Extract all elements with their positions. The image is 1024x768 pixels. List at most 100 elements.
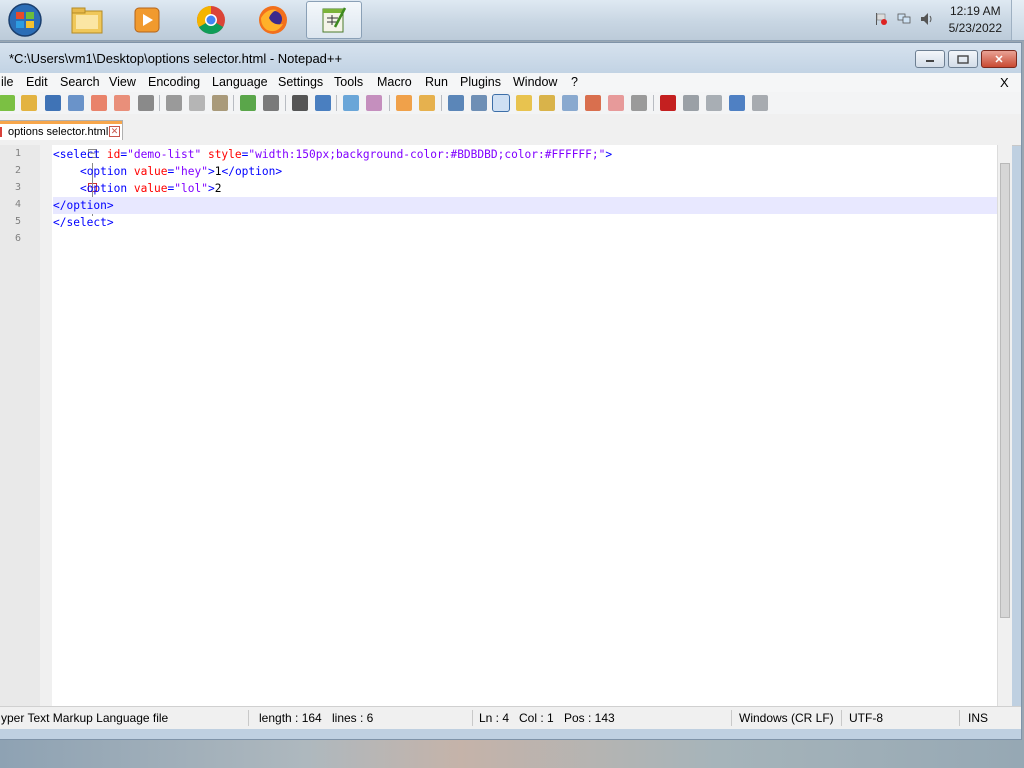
save-icon[interactable] xyxy=(45,95,61,111)
file-explorer-taskbar-button[interactable] xyxy=(59,1,115,39)
line-number: 3 xyxy=(14,182,21,193)
firefox-icon xyxy=(259,6,287,34)
current-line-highlight xyxy=(53,197,997,214)
paste-icon[interactable] xyxy=(212,95,228,111)
eye-icon[interactable] xyxy=(631,95,647,111)
windows-start-button[interactable] xyxy=(6,2,44,38)
zoom-out-icon[interactable] xyxy=(366,95,382,111)
macro-save-icon[interactable] xyxy=(752,95,768,111)
status-separator xyxy=(841,710,842,726)
find-icon[interactable] xyxy=(292,95,308,111)
volume-icon[interactable] xyxy=(920,12,934,26)
window-title: *C:\Users\vm1\Desktop\options selector.h… xyxy=(9,51,343,66)
code-line[interactable]: </option> xyxy=(53,197,114,214)
menu-tools[interactable]: Tools xyxy=(334,75,363,89)
document-tab[interactable]: options selector.html ✕ xyxy=(0,120,123,140)
print-icon[interactable] xyxy=(138,95,154,111)
replace-icon[interactable] xyxy=(315,95,331,111)
menu-macro[interactable]: Macro xyxy=(377,75,412,89)
menu-window[interactable]: Window xyxy=(513,75,557,89)
desktop-background xyxy=(0,740,1024,768)
network-icon[interactable] xyxy=(897,12,911,26)
menu-language[interactable]: Language xyxy=(212,75,268,89)
restore-icon xyxy=(957,55,969,64)
show-all-characters-icon[interactable] xyxy=(471,95,487,111)
redo-icon[interactable] xyxy=(263,95,279,111)
zoom-in-icon[interactable] xyxy=(343,95,359,111)
folder-as-workspace-icon[interactable] xyxy=(585,95,601,111)
media-player-taskbar-button[interactable] xyxy=(119,1,175,39)
monitoring-icon[interactable] xyxy=(608,95,624,111)
restore-button[interactable] xyxy=(948,50,978,68)
cursor-line: Ln : 4 xyxy=(479,711,510,725)
menu-help[interactable]: ? xyxy=(571,75,578,89)
line-count: lines : 6 xyxy=(332,711,374,725)
cursor-column: Col : 1 xyxy=(519,711,554,725)
word-wrap-icon[interactable] xyxy=(448,95,464,111)
menu-run[interactable]: Run xyxy=(425,75,448,89)
action-center-flag-icon[interactable] xyxy=(874,12,888,26)
notepad-plus-plus-taskbar-button[interactable] xyxy=(306,1,362,39)
notepad-plus-plus-icon xyxy=(322,7,347,33)
copy-icon[interactable] xyxy=(189,95,205,111)
scrollbar-thumb[interactable] xyxy=(1000,163,1010,618)
vertical-scrollbar[interactable] xyxy=(997,145,1012,706)
undo-icon[interactable] xyxy=(240,95,256,111)
menu-encoding[interactable]: Encoding xyxy=(148,75,200,89)
user-defined-language-icon[interactable] xyxy=(516,95,532,111)
close-document-x[interactable]: X xyxy=(1000,75,1009,90)
active-tab-indicator xyxy=(0,121,122,124)
code-line[interactable]: <option value="lol">2 xyxy=(53,180,222,197)
firefox-taskbar-button[interactable] xyxy=(245,1,301,39)
menu-settings[interactable]: Settings xyxy=(278,75,323,89)
line-number: 5 xyxy=(14,216,21,227)
menu-edit[interactable]: Edit xyxy=(26,75,48,89)
close-file-icon[interactable] xyxy=(91,95,107,111)
menu-plugins[interactable]: Plugins xyxy=(460,75,501,89)
menu-search[interactable]: Search xyxy=(60,75,100,89)
indent-guide-icon[interactable] xyxy=(492,94,510,112)
function-list-icon[interactable] xyxy=(562,95,578,111)
line-number: 6 xyxy=(14,233,21,244)
close-all-icon[interactable] xyxy=(114,95,130,111)
macro-run-multiple-icon[interactable] xyxy=(729,95,745,111)
status-separator xyxy=(472,710,473,726)
minimize-button[interactable] xyxy=(915,50,945,68)
macro-record-icon[interactable] xyxy=(660,95,676,111)
code-line[interactable]: <select id="demo-list" style="width:150p… xyxy=(53,146,612,163)
code-line[interactable]: </select> xyxy=(53,214,114,231)
taskbar-clock[interactable]: 12:19 AM 5/23/2022 xyxy=(949,3,1002,37)
chrome-icon xyxy=(197,6,225,34)
macro-stop-icon[interactable] xyxy=(683,95,699,111)
encoding[interactable]: UTF-8 xyxy=(849,711,883,725)
chrome-taskbar-button[interactable] xyxy=(183,1,239,39)
line-number-gutter: 1 2 3 4 5 6 xyxy=(0,145,40,706)
file-type: yper Text Markup Language file xyxy=(1,711,169,725)
show-desktop-button[interactable] xyxy=(1011,0,1024,40)
macro-play-icon[interactable] xyxy=(706,95,722,111)
status-separator xyxy=(731,710,732,726)
code-editor[interactable]: 1 2 3 4 5 6 − − <select id="demo-list" s… xyxy=(0,145,1012,706)
media-player-icon xyxy=(134,7,160,33)
cut-icon[interactable] xyxy=(166,95,182,111)
code-line[interactable]: <option value="hey">1</option> xyxy=(53,163,282,180)
menu-file[interactable]: ile xyxy=(1,75,14,89)
document-tab-bar: options selector.html ✕ xyxy=(0,114,1021,146)
open-file-icon[interactable] xyxy=(21,95,37,111)
sync-horizontal-icon[interactable] xyxy=(419,95,435,111)
menu-view[interactable]: View xyxy=(109,75,136,89)
sync-vertical-icon[interactable] xyxy=(396,95,412,111)
insert-mode[interactable]: INS xyxy=(968,711,988,725)
window-close-button[interactable]: ✕ xyxy=(981,50,1017,68)
line-ending[interactable]: Windows (CR LF) xyxy=(739,711,834,725)
new-file-icon[interactable] xyxy=(0,95,15,111)
document-map-icon[interactable] xyxy=(539,95,555,111)
toolbar-separator xyxy=(389,95,390,111)
tab-close-icon[interactable]: ✕ xyxy=(109,126,120,137)
save-all-icon[interactable] xyxy=(68,95,84,111)
close-icon: ✕ xyxy=(994,53,1004,66)
cursor-position: Pos : 143 xyxy=(564,711,615,725)
toolbar-separator xyxy=(233,95,234,111)
title-bar[interactable]: *C:\Users\vm1\Desktop\options selector.h… xyxy=(0,43,1021,73)
fold-margin[interactable]: − − xyxy=(40,145,97,706)
